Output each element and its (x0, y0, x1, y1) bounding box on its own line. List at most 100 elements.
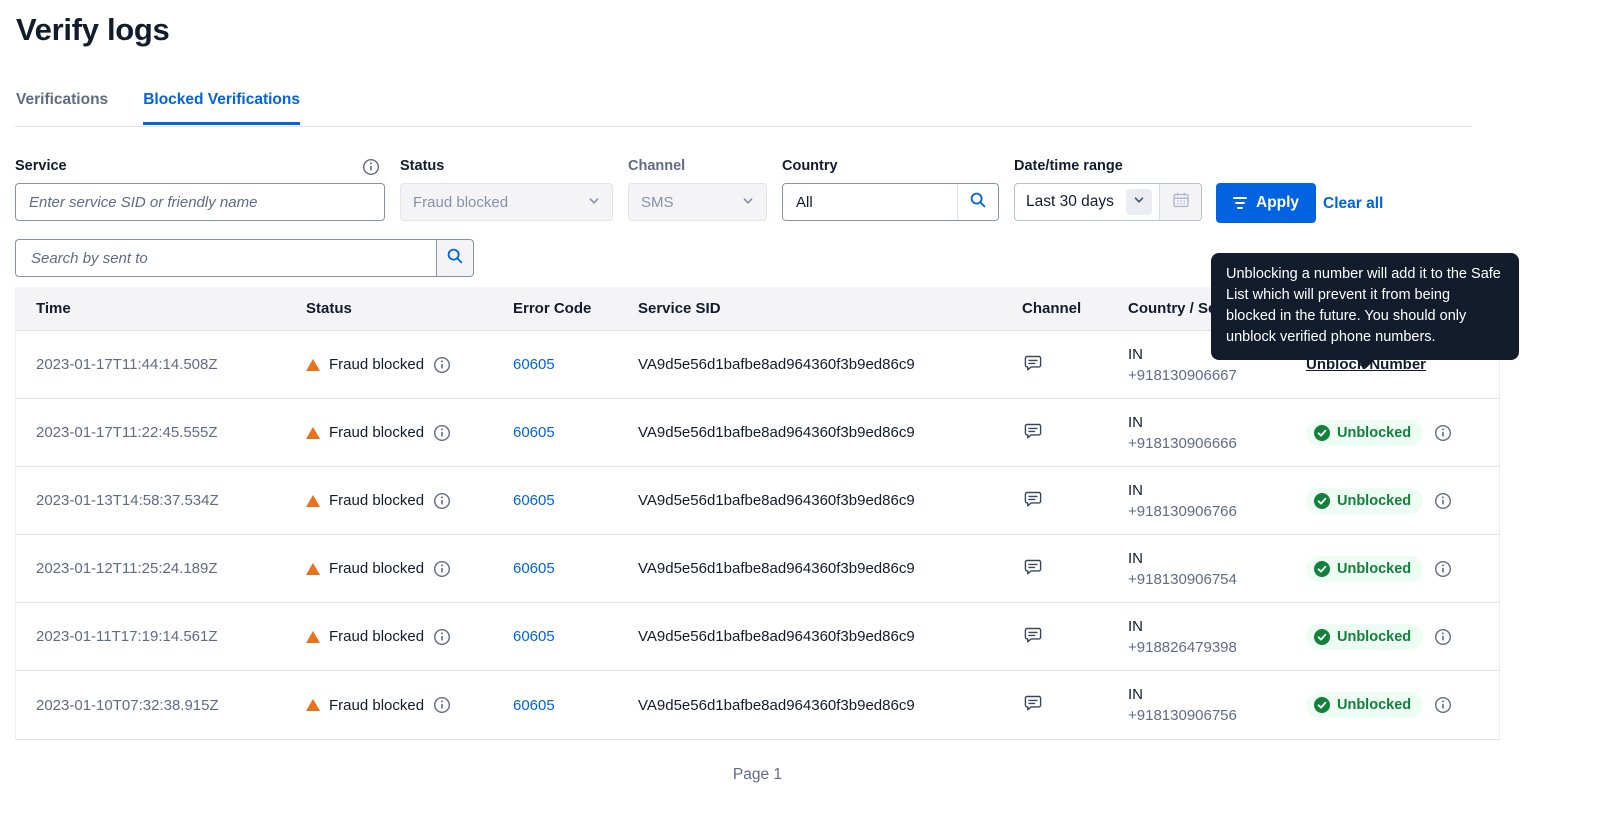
error-code-link[interactable]: 60605 (513, 492, 555, 509)
unblocked-badge: Unblocked (1306, 488, 1423, 514)
error-code-link[interactable]: 60605 (513, 697, 555, 714)
country-search-button[interactable] (957, 184, 998, 220)
unblock-tooltip: Unblocking a number will add it to the S… (1211, 253, 1519, 360)
clear-all-link[interactable]: Clear all (1323, 195, 1383, 213)
sent-to-number: +918130906754 (1128, 569, 1286, 590)
unblocked-badge: Unblocked (1306, 556, 1423, 582)
status-info-icon[interactable] (433, 628, 451, 646)
unblock-tooltip-text: Unblocking a number will add it to the S… (1226, 266, 1501, 345)
search-icon (446, 247, 464, 270)
tab-blocked-verifications[interactable]: Blocked Verifications (143, 91, 300, 125)
unblocked-info-icon[interactable] (1434, 560, 1452, 578)
sent-to-search-input[interactable] (15, 239, 436, 277)
apply-button[interactable]: Apply (1216, 183, 1316, 223)
unblocked-badge-label: Unblocked (1337, 493, 1411, 509)
warning-triangle-icon (306, 495, 320, 507)
row-action: Unblocked (1286, 556, 1499, 582)
status-info-icon[interactable] (433, 356, 451, 374)
status-text: Fraud blocked (329, 356, 424, 373)
row-channel (1002, 692, 1108, 718)
status-info-icon[interactable] (433, 696, 451, 714)
tab-verifications[interactable]: Verifications (16, 91, 108, 125)
row-time: 2023-01-17T11:44:14.508Z (16, 356, 286, 373)
country-combobox (782, 183, 999, 221)
status-select[interactable]: Fraud blocked (400, 183, 613, 221)
row-error-code: 60605 (493, 492, 618, 509)
page-title: Verify logs (16, 12, 170, 48)
status-info-icon[interactable] (433, 492, 451, 510)
unblocked-badge-label: Unblocked (1337, 561, 1411, 577)
filter-country: Country (782, 158, 999, 221)
error-code-link[interactable]: 60605 (513, 424, 555, 441)
table-row: 2023-01-10T07:32:38.915Z Fraud blocked 6… (16, 671, 1499, 739)
row-error-code: 60605 (493, 356, 618, 373)
service-input[interactable] (15, 183, 385, 221)
error-code-link[interactable]: 60605 (513, 560, 555, 577)
unblocked-badge: Unblocked (1306, 420, 1423, 446)
row-channel (1002, 488, 1108, 514)
sms-channel-icon (1022, 488, 1044, 510)
col-error-code: Error Code (493, 300, 618, 317)
date-range-select[interactable]: Last 30 days (1015, 193, 1126, 211)
sms-channel-icon (1022, 624, 1044, 646)
row-status: Fraud blocked (286, 492, 493, 510)
error-code-link[interactable]: 60605 (513, 628, 555, 645)
sms-channel-icon (1022, 352, 1044, 374)
unblocked-badge: Unblocked (1306, 624, 1423, 650)
col-status: Status (286, 300, 493, 317)
warning-triangle-icon (306, 427, 320, 439)
table-row: 2023-01-12T11:25:24.189Z Fraud blocked 6… (16, 535, 1499, 603)
table-body: 2023-01-17T11:44:14.508Z Fraud blocked 6… (16, 331, 1499, 739)
warning-triangle-icon (306, 631, 320, 643)
verify-logs-page: Verify logs Verifications Blocked Verifi… (0, 0, 1600, 837)
status-info-icon[interactable] (433, 560, 451, 578)
channel-label: Channel (628, 158, 767, 174)
calendar-icon (1172, 191, 1190, 214)
row-channel (1002, 352, 1108, 378)
unblocked-badge-wrap: Unblocked (1306, 692, 1452, 718)
table-row: 2023-01-11T17:19:14.561Z Fraud blocked 6… (16, 603, 1499, 671)
apply-button-label: Apply (1256, 194, 1299, 212)
check-circle-icon (1314, 697, 1330, 713)
error-code-link[interactable]: 60605 (513, 356, 555, 373)
row-service-sid: VA9d5e56d1bafbe8ad964360f3b9ed86c9 (618, 424, 1002, 441)
status-text: Fraud blocked (329, 697, 424, 714)
row-status: Fraud blocked (286, 424, 493, 442)
row-time: 2023-01-17T11:22:45.555Z (16, 424, 286, 441)
row-time: 2023-01-11T17:19:14.561Z (16, 628, 286, 645)
country-input[interactable] (783, 184, 957, 220)
unblocked-badge-label: Unblocked (1337, 697, 1411, 713)
chevron-down-icon (588, 194, 600, 211)
unblocked-info-icon[interactable] (1434, 424, 1452, 442)
unblocked-info-icon[interactable] (1434, 696, 1452, 714)
filter-date-range: Date/time range Last 30 days (1014, 158, 1202, 221)
unblocked-info-icon[interactable] (1434, 492, 1452, 510)
row-error-code: 60605 (493, 697, 618, 714)
row-error-code: 60605 (493, 560, 618, 577)
date-picker-button[interactable] (1159, 184, 1201, 220)
filter-status: Status Fraud blocked (400, 158, 613, 221)
row-service-sid: VA9d5e56d1bafbe8ad964360f3b9ed86c9 (618, 560, 1002, 577)
status-info-icon[interactable] (433, 424, 451, 442)
unblocked-badge-wrap: Unblocked (1306, 420, 1452, 446)
row-error-code: 60605 (493, 424, 618, 441)
sent-to-search-button[interactable] (436, 239, 474, 277)
unblocked-info-icon[interactable] (1434, 628, 1452, 646)
row-country-sent-to: IN +918130906666 (1108, 412, 1286, 454)
date-range-label: Date/time range (1014, 158, 1202, 174)
search-icon (969, 191, 987, 214)
sent-to-number: +918130906667 (1128, 365, 1286, 386)
warning-triangle-icon (306, 563, 320, 575)
warning-triangle-icon (306, 359, 320, 371)
status-text: Fraud blocked (329, 424, 424, 441)
country-code: IN (1128, 616, 1286, 637)
filter-channel: Channel SMS (628, 158, 767, 221)
service-info-icon[interactable] (362, 158, 380, 176)
date-range-chevron-button[interactable] (1126, 189, 1152, 215)
sms-channel-icon (1022, 420, 1044, 442)
row-channel (1002, 624, 1108, 650)
row-action: Unblocked (1286, 420, 1499, 446)
chevron-down-icon (742, 194, 754, 211)
row-service-sid: VA9d5e56d1bafbe8ad964360f3b9ed86c9 (618, 628, 1002, 645)
channel-select[interactable]: SMS (628, 183, 767, 221)
